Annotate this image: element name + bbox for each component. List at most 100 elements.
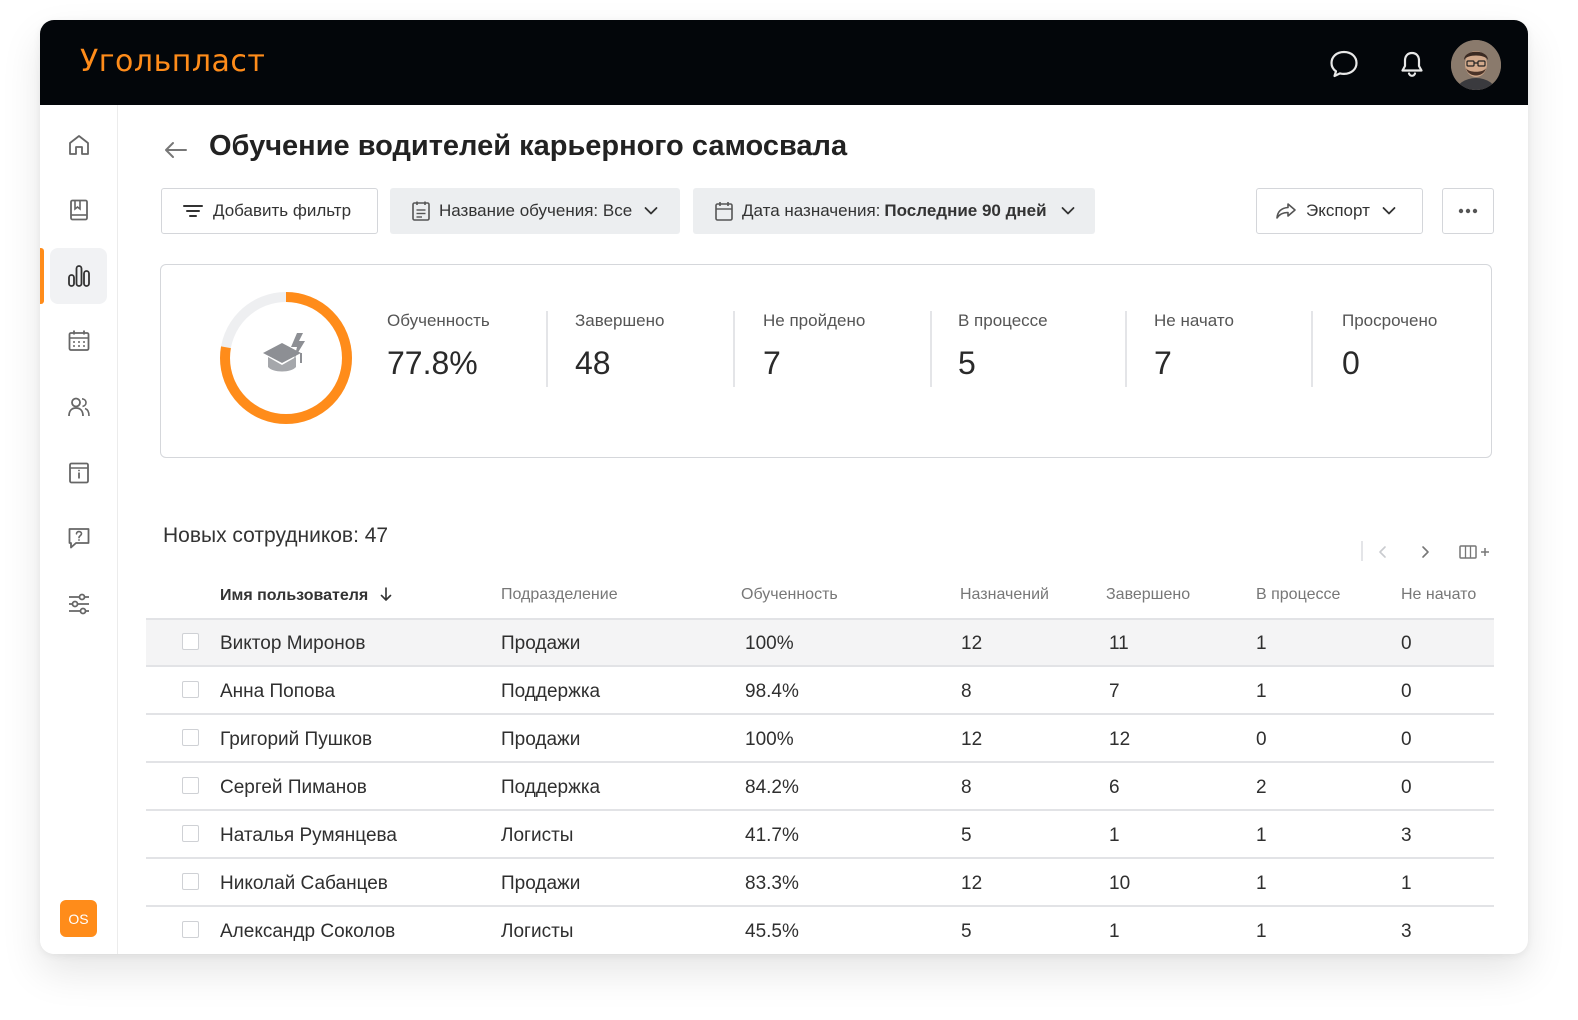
workspace-badge[interactable]: OS	[60, 900, 97, 937]
cell-in-progress: 0	[1256, 729, 1267, 750]
back-arrow-icon[interactable]	[163, 138, 189, 162]
cell-proficiency: 45.5%	[745, 921, 799, 942]
progress-ring	[220, 292, 352, 424]
cell-in-progress: 2	[1256, 777, 1267, 798]
home-icon	[68, 135, 89, 155]
cell-department: Продажи	[501, 729, 581, 750]
cell-username: Николай Сабанцев	[220, 873, 388, 894]
calendar-icon	[68, 330, 89, 351]
stat-divider	[930, 311, 932, 387]
add-filter-button[interactable]: Добавить фильтр	[161, 188, 378, 234]
cell-not-started: 0	[1401, 729, 1412, 750]
stat-completed: Завершено 48	[575, 311, 664, 382]
cell-proficiency: 98.4%	[745, 681, 799, 702]
more-horizontal-icon	[1458, 208, 1478, 214]
pager-divider	[1361, 541, 1363, 561]
cell-username: Сергей Пиманов	[220, 777, 367, 798]
stat-value: 5	[958, 345, 976, 381]
cell-username: Наталья Румянцева	[220, 825, 397, 846]
cell-not-started: 0	[1401, 777, 1412, 798]
cell-assignments: 5	[961, 921, 972, 942]
stat-failed: Не пройдено 7	[763, 311, 865, 382]
info-board-icon	[68, 462, 89, 484]
user-avatar[interactable]	[1451, 40, 1501, 90]
sidebar: OS	[40, 105, 118, 954]
stat-label: Не начато	[1154, 311, 1234, 330]
sidebar-item-users[interactable]	[50, 379, 107, 435]
column-header-assignments[interactable]: Назначений	[960, 586, 1049, 604]
app-window: Угольпласт OS Обучение водителей карьерн…	[40, 20, 1528, 954]
row-checkbox[interactable]	[182, 873, 199, 890]
cell-proficiency: 84.2%	[745, 777, 799, 798]
table-row[interactable]: Наталья Румянцева Логисты 41.7% 5 1 1 3	[146, 812, 1494, 859]
chat-icon[interactable]	[1328, 48, 1360, 80]
assignment-date-filter[interactable]: Дата назначения: Последние 90 дней	[693, 188, 1095, 234]
stat-value: 7	[1154, 345, 1172, 381]
cell-proficiency: 100%	[745, 729, 794, 750]
graduation-cap-icon	[263, 333, 305, 372]
share-arrow-icon	[1276, 203, 1296, 219]
bell-icon[interactable]	[1396, 48, 1428, 80]
table-row[interactable]: Виктор Миронов Продажи 100% 12 11 1 0	[146, 620, 1494, 667]
cell-not-started: 3	[1401, 921, 1412, 942]
column-header-username[interactable]: Имя пользователя	[220, 586, 393, 605]
sidebar-item-home[interactable]	[50, 117, 107, 173]
brand-logo[interactable]: Угольпласт	[80, 44, 265, 79]
cell-completed: 1	[1109, 825, 1120, 846]
table-row[interactable]: Александр Соколов Логисты 45.5% 5 1 1 3	[146, 908, 1494, 954]
add-column-icon[interactable]	[1458, 542, 1492, 562]
sidebar-item-analytics[interactable]	[50, 248, 107, 304]
stat-overdue: Просрочено 0	[1342, 311, 1437, 382]
export-button[interactable]: Экспорт	[1256, 188, 1423, 234]
bar-chart-icon	[67, 265, 90, 287]
sidebar-item-info[interactable]	[50, 445, 107, 501]
document-icon	[412, 201, 430, 221]
column-header-not-started[interactable]: Не начато	[1401, 586, 1476, 604]
sidebar-item-help[interactable]	[50, 510, 107, 566]
table-row[interactable]: Анна Попова Поддержка 98.4% 8 7 1 0	[146, 668, 1494, 715]
cell-department: Продажи	[501, 873, 581, 894]
column-header-department[interactable]: Подразделение	[501, 586, 618, 604]
row-checkbox[interactable]	[182, 825, 199, 842]
table-row[interactable]: Николай Сабанцев Продажи 83.3% 12 10 1 1	[146, 860, 1494, 907]
training-name-filter-label: Название обучения: Все	[439, 201, 633, 220]
column-header-in-progress[interactable]: В процессе	[1256, 586, 1340, 604]
table-row[interactable]: Григорий Пушков Продажи 100% 12 12 0 0	[146, 716, 1494, 763]
cell-username: Анна Попова	[220, 681, 336, 702]
stats-card: Обученность 77.8% Завершено 48 Не пройде…	[160, 264, 1492, 458]
calendar-icon	[715, 202, 733, 221]
row-checkbox[interactable]	[182, 681, 199, 698]
chevron-right-icon[interactable]	[1419, 542, 1431, 562]
row-checkbox[interactable]	[182, 633, 199, 650]
cell-assignments: 5	[961, 825, 972, 846]
cell-not-started: 1	[1401, 873, 1412, 894]
cell-department: Логисты	[501, 825, 574, 846]
page-title: Обучение водителей карьерного самосвала	[209, 130, 848, 162]
cell-in-progress: 1	[1256, 681, 1267, 702]
table-row[interactable]: Сергей Пиманов Поддержка 84.2% 8 6 2 0	[146, 764, 1494, 811]
more-options-button[interactable]	[1442, 188, 1494, 234]
export-label: Экспорт	[1306, 201, 1370, 220]
chevron-left-icon[interactable]	[1377, 542, 1389, 562]
active-nav-marker	[40, 248, 44, 304]
column-header-completed[interactable]: Завершено	[1106, 586, 1190, 604]
row-checkbox[interactable]	[182, 729, 199, 746]
cell-in-progress: 1	[1256, 921, 1267, 942]
cell-completed: 10	[1109, 873, 1131, 894]
row-checkbox[interactable]	[182, 921, 199, 938]
cell-assignments: 12	[961, 873, 983, 894]
training-name-filter[interactable]: Название обучения: Все	[390, 188, 680, 234]
column-header-proficiency[interactable]: Обученность	[741, 586, 838, 604]
sidebar-item-library[interactable]	[50, 182, 107, 238]
column-header-label: Имя пользователя	[220, 587, 369, 604]
stat-value: 7	[763, 345, 781, 381]
stat-divider	[1125, 311, 1127, 387]
stat-divider	[1311, 311, 1313, 387]
stat-label: Завершено	[575, 311, 665, 330]
cell-completed: 12	[1109, 729, 1131, 750]
sidebar-item-settings[interactable]	[50, 576, 107, 632]
sort-arrow-down-icon	[380, 587, 392, 601]
book-icon	[69, 199, 88, 221]
row-checkbox[interactable]	[182, 777, 199, 794]
sidebar-item-calendar[interactable]	[50, 313, 107, 369]
